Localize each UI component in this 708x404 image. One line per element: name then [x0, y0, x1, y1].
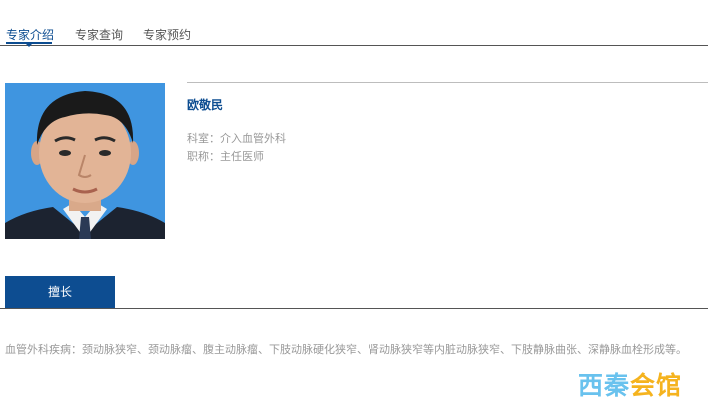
- active-tab-notch: [24, 42, 34, 47]
- doctor-title: 职称：主任医师: [187, 150, 264, 163]
- specialty-text: 血管外科疾病：颈动脉狭窄、颈动脉瘤、腹主动脉瘤、下肢动脉硬化狭窄、肾动脉狭窄等内…: [5, 343, 687, 356]
- tab-bar: 专家介绍 专家查询 专家预约: [0, 0, 708, 47]
- tab-bar-divider: [0, 45, 708, 46]
- profile-divider: [187, 82, 708, 83]
- specialty-tab[interactable]: 擅长: [5, 276, 115, 308]
- doctor-department: 科室：介入血管外科: [187, 132, 286, 145]
- specialty-divider: [0, 308, 708, 309]
- watermark-text-part1: 西秦: [578, 371, 631, 400]
- tab-expert-booking[interactable]: 专家预约: [143, 26, 191, 43]
- tab-expert-intro[interactable]: 专家介绍: [6, 26, 54, 43]
- doctor-portrait-image: [5, 83, 165, 239]
- doctor-photo: [5, 83, 165, 239]
- doctor-name: 欧敬民: [187, 98, 224, 112]
- expert-page: 专家介绍 专家查询 专家预约 欧敬民 科室：介入血管外科 职称：主任医师 擅长 …: [0, 0, 708, 404]
- site-watermark: 西秦会馆: [578, 366, 682, 402]
- watermark-text-part2: 会馆: [630, 371, 683, 400]
- tab-expert-search[interactable]: 专家查询: [75, 26, 123, 43]
